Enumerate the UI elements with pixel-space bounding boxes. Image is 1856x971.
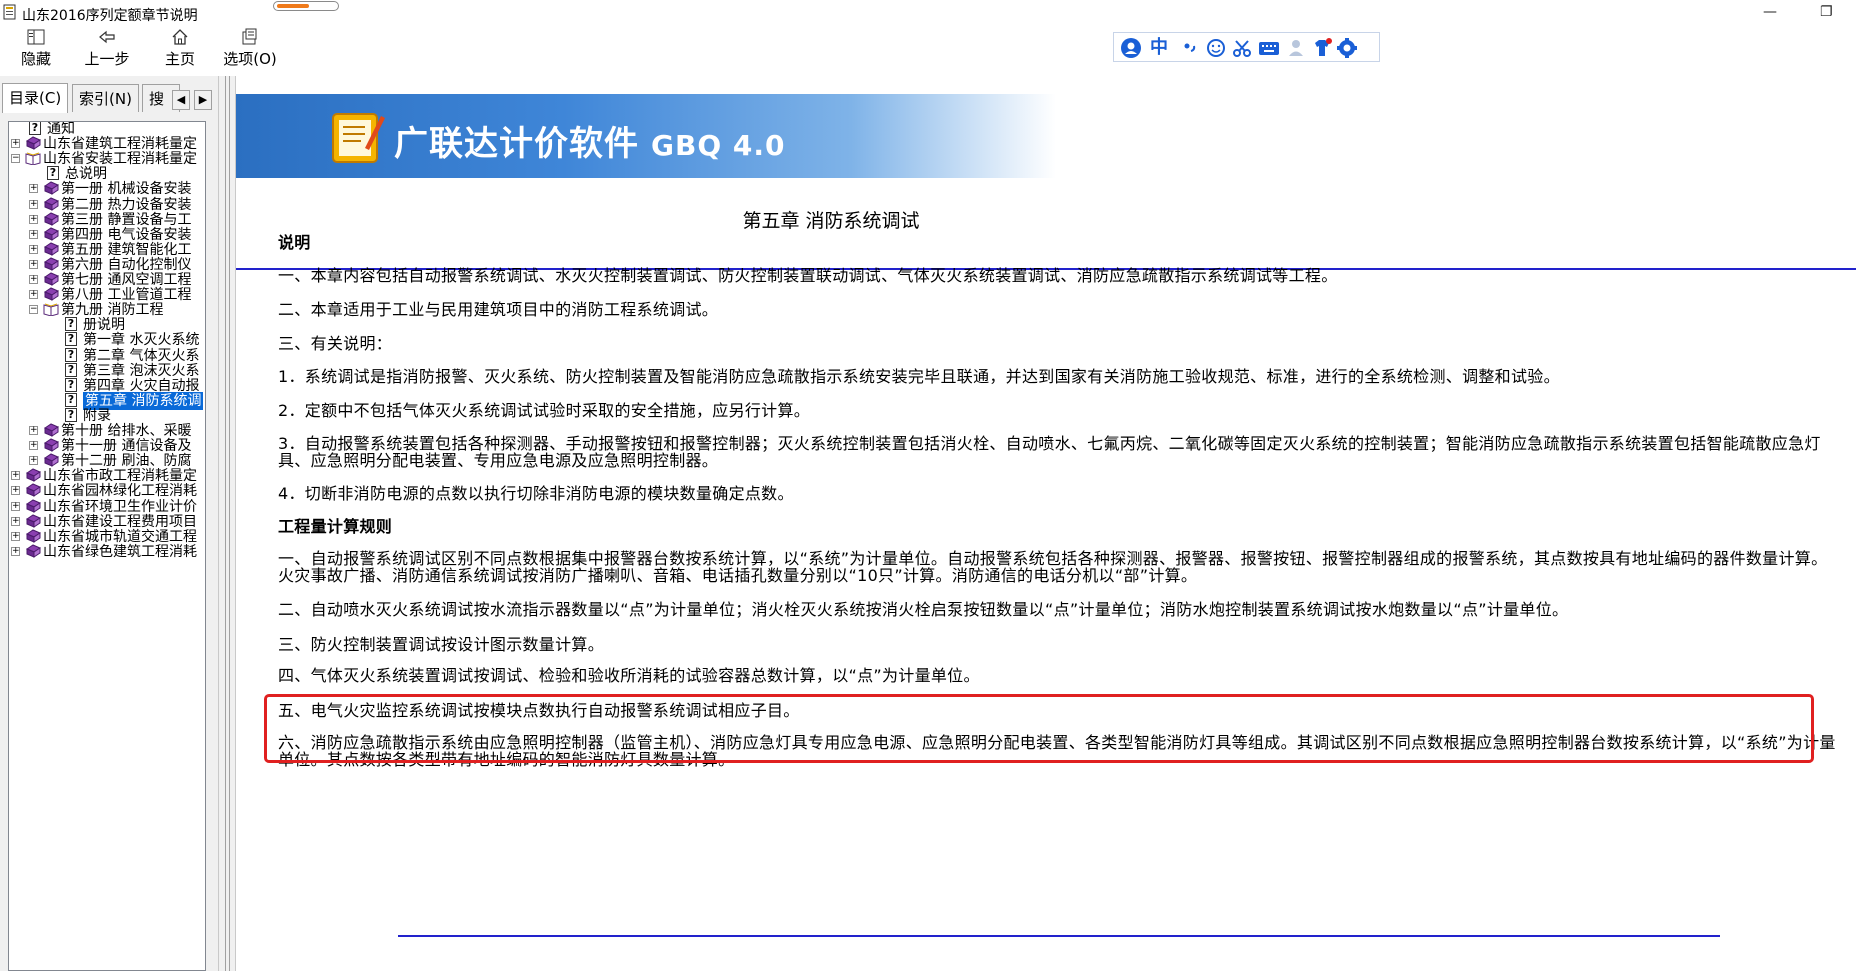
paragraph: 三、防火控制装置调试按设计图示数量计算。 <box>278 635 605 654</box>
keyboard-icon[interactable] <box>1258 37 1280 59</box>
progress-indicator <box>273 1 339 11</box>
paragraph: 3．自动报警系统装置包括各种探测器、手动报警按钮和报警控制器；灭火系统控制装置包… <box>278 434 1821 470</box>
back-arrow-icon <box>99 30 115 44</box>
punctuation-icon[interactable] <box>1182 37 1198 59</box>
emoji-icon[interactable] <box>1206 37 1226 59</box>
expand-icon[interactable]: + <box>11 139 20 149</box>
chapter-title: 第五章 消防系统调试 <box>742 210 920 232</box>
options-icon <box>242 28 257 45</box>
expand-icon[interactable]: + <box>29 184 38 194</box>
expand-icon[interactable]: + <box>29 456 38 466</box>
brand-version: GBQ 4.0 <box>651 129 786 162</box>
tree-item[interactable]: + 山东省绿色建筑工程消耗 <box>9 543 205 561</box>
paragraph: 2．定额中不包括气体灭火系统调试试验时采取的安全措施，应另行计算。 <box>278 401 811 420</box>
content-pane: 广联达计价软件 GBQ 4.0 第五章 消防系统调试 说明一、本章内容包括自动报警… <box>236 76 1856 971</box>
section-heading: 说明 <box>278 233 311 252</box>
expand-icon[interactable]: + <box>29 441 38 451</box>
collapse-icon[interactable]: − <box>29 305 38 315</box>
paragraph: 1．系统调试是指消防报警、灭火系统、防火控制装置及智能消防应急疏散指示系统安装完… <box>278 367 1560 386</box>
expand-icon[interactable]: + <box>29 275 38 284</box>
paragraph: 4．切断非消防电源的点数以执行切除非消防电源的模块数量确定点数。 <box>278 484 794 503</box>
paragraph: 一、自动报警系统调试区别不同点数根据集中报警器台数按系统计算，以“系统”为计量单… <box>278 549 1828 585</box>
chinese-mode-toggle[interactable]: 中 <box>1150 37 1168 59</box>
home-button[interactable]: 主页 <box>160 28 200 69</box>
expand-icon[interactable]: + <box>11 531 20 541</box>
expand-icon[interactable]: + <box>11 471 20 481</box>
tab-scroll-right-button[interactable]: ▶ <box>194 90 212 110</box>
tab-scroll-left-button[interactable]: ◀ <box>172 90 190 110</box>
restore-button[interactable]: ❐ <box>1820 4 1833 20</box>
minimize-button[interactable]: — <box>1763 4 1777 20</box>
home-icon <box>172 29 188 45</box>
home-label: 主页 <box>164 50 195 68</box>
paragraph: 一、本章内容包括自动报警系统调试、水灭火控制装置调试、防火控制装置联动调试、气体… <box>278 266 1338 285</box>
back-label: 上一步 <box>84 50 130 68</box>
brand-title: 广联达计价软件 GBQ 4.0 <box>394 116 785 165</box>
notepad-logo-icon <box>332 113 385 163</box>
bottom-rule <box>398 935 1720 937</box>
brand-name: 广联达计价软件 <box>394 124 639 164</box>
hide-icon <box>27 29 45 45</box>
help-book-icon <box>2 4 18 20</box>
scissors-icon[interactable] <box>1232 37 1252 59</box>
toolbar: 隐藏 上一步 主页 选项(O) <box>0 26 1856 76</box>
expand-icon[interactable]: + <box>29 290 38 300</box>
contents-tree: ? 通知 + 山东省建筑工程消耗量定 − 山东省安装工程消耗量定? 总说明 + 第一册 机械设备… <box>8 121 206 971</box>
closed-book-icon <box>25 544 41 560</box>
expand-icon[interactable]: + <box>11 501 20 511</box>
person-icon[interactable] <box>1286 37 1306 59</box>
shirt-icon[interactable] <box>1310 37 1334 59</box>
options-button[interactable]: 选项(O) <box>223 28 277 69</box>
expand-icon[interactable]: + <box>29 214 38 224</box>
title-bar: 山东2016序列定额章节说明 — ❐ <box>0 0 1856 26</box>
tab-index[interactable]: 索引(N) <box>72 84 139 112</box>
expand-icon[interactable]: + <box>29 229 38 239</box>
back-button[interactable]: 上一步 <box>82 28 132 69</box>
paragraph: 二、自动喷水灭火系统调试按水流指示器数量以“点”为计量单位；消火栓灭火系统按消火… <box>278 600 1569 619</box>
paragraph: 二、本章适用于工业与民用建筑项目中的消防工程系统调试。 <box>278 300 719 319</box>
product-banner: 广联达计价软件 GBQ 4.0 <box>236 94 1856 178</box>
navigation-pane: 目录(C) 索引(N) 搜 ◀ ▶ ? 通知 + 山东省建筑工程消耗量定 − 山东省安装工… <box>0 76 218 971</box>
settings-icon[interactable] <box>1336 37 1358 59</box>
expand-icon[interactable]: + <box>11 486 20 496</box>
ime-toolbar: 中 <box>1113 32 1380 62</box>
highlight-box <box>264 694 1814 763</box>
expand-icon[interactable]: + <box>29 259 38 269</box>
paragraph: 三、有关说明： <box>278 334 393 353</box>
expand-icon[interactable]: + <box>29 199 38 209</box>
expand-icon[interactable]: + <box>29 426 38 435</box>
window-title: 山东2016序列定额章节说明 <box>22 8 198 24</box>
user-icon[interactable] <box>1120 37 1142 59</box>
section-heading: 工程量计算规则 <box>278 517 393 536</box>
paragraph: 四、气体灭火系统装置调试按调试、检验和验收所消耗的试验容器总数计算，以“点”为计… <box>278 666 980 685</box>
expand-icon[interactable]: + <box>29 244 38 254</box>
collapse-icon[interactable]: − <box>11 154 20 164</box>
pane-splitter[interactable] <box>218 76 236 971</box>
nav-tabs: 目录(C) 索引(N) 搜 ◀ ▶ <box>2 83 216 113</box>
expand-icon[interactable]: + <box>11 516 20 526</box>
tab-contents[interactable]: 目录(C) <box>2 83 69 113</box>
hide-button[interactable]: 隐藏 <box>18 28 54 69</box>
options-label: 选项(O) <box>223 50 277 68</box>
expand-icon[interactable]: + <box>11 546 20 556</box>
hide-label: 隐藏 <box>20 50 51 68</box>
tree-item-label: 山东省绿色建筑工程消耗 <box>43 543 197 560</box>
